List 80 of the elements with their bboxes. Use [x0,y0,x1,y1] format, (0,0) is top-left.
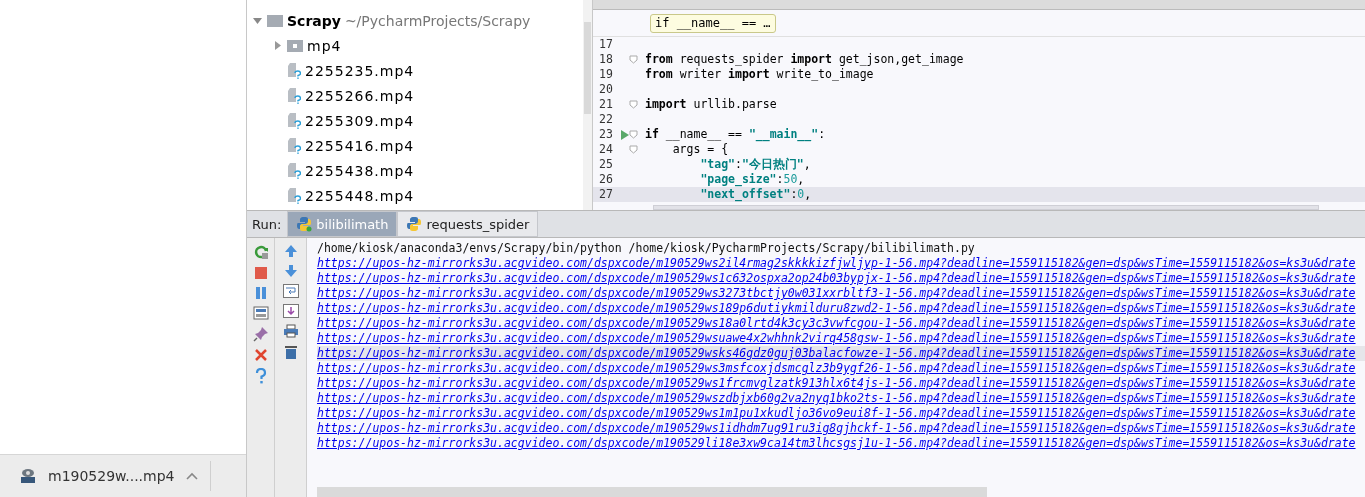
command-line: /home/kiosk/anaconda3/envs/Scrapy/bin/python /home/kiosk/PycharmProjects/Scrapy/bilibilimath.py [317,241,975,255]
url-link[interactable]: https://upos-hz-mirrorks3u.acgvideo.com/dspxcode/m190529ws189p6dutiykmilduru8zwd2-1-56.mp4?deadline=1559115182&gen=dsp&wsTime=1559115182&os=ks3u&drate [317,301,1356,315]
pin-icon[interactable] [252,326,269,342]
folder-icon [267,14,283,27]
url-link[interactable]: https://upos-hz-mirrorks3u.acgvideo.com/dspxcode/m190529wsuawe4x2whhnk2virq458gsw-1-56.mp4?deadline=1559115182&gen=dsp&wsTime=1559115182&os=ks3u&drate [317,331,1356,345]
fold-icon[interactable] [629,130,638,139]
tree-item[interactable]: 2255235.mp4 [305,62,415,79]
url-link[interactable]: https://upos-hz-mirrorks3u.acgvideo.com/dspxcode/m190529wszdbjxb60g2va2nyq1bko2ts-1-56.mp4?deadline=1559115182&gen=dsp&wsTime=1559115182&os=ks3u&drate [317,391,1356,405]
line-number: 24 [598,142,614,157]
tree-item[interactable]: mp4 [307,37,342,54]
soft-wrap-icon[interactable] [282,284,299,298]
fold-icon[interactable] [629,145,638,154]
code-line: from requests_spider import get_json,get_image [645,52,964,67]
breadcrumb[interactable]: if __name__ == … [650,13,776,33]
layout-icon[interactable] [252,306,269,320]
code-line: if __name__ == "__main__": [645,127,826,142]
line-number: 17 [598,37,614,52]
python-icon [296,216,313,232]
code-line: "next_offset":0, [700,187,812,202]
code-line: "tag":"今日热门", [700,157,811,172]
fold-icon[interactable] [629,55,638,64]
line-number: 21 [598,97,614,112]
help-icon[interactable] [254,368,267,384]
unknown-file-icon [287,187,301,204]
tree-item[interactable]: 2255416.mp4 [305,137,415,154]
tree-item[interactable]: Scrapy [287,12,341,29]
line-number: 22 [598,112,614,127]
url-link[interactable]: https://upos-hz-mirrorks3u.acgvideo.com/dspxcode/m190529ws1c632ospxa2op24b03bypjx-1-56.mp4?deadline=1559115182&gen=dsp&wsTime=1559115182&os=ks3u&drate [317,271,1356,285]
download-file-name: m190529w....mp4 [48,468,175,484]
scrollbar[interactable] [317,487,987,497]
scroll-to-end-icon[interactable] [282,304,299,318]
python-icon [406,216,423,232]
trash-icon[interactable] [283,344,298,360]
fold-icon[interactable] [629,100,638,109]
url-link[interactable]: https://upos-hz-mirrorks3u.acgvideo.com/dspxcode/m190529li18e3xw9ca14tm3lhcsgsj1u-1-56.mp4?deadline=1559115182&gen=dsp&wsTime=1559115182&os=ks3u&drate [317,436,1356,450]
arrow-up-icon[interactable] [283,244,298,258]
code-line: "page_size":50, [700,172,805,187]
folder-icon [287,39,303,52]
expand-arrow-icon[interactable] [252,15,263,26]
chevron-up-icon[interactable] [186,472,199,480]
run-label: Run: [251,215,283,234]
tree-item[interactable]: 2255266.mp4 [305,87,415,104]
unknown-file-icon [287,137,301,154]
url-link[interactable]: https://upos-hz-mirrorks3u.acgvideo.com/dspxcode/m190529ws1m1pu1xkudljo36vo9eui8f-1-56.mp4?deadline=1559115182&gen=dsp&wsTime=1559115182&os=ks3u&drate [317,406,1356,420]
tree-item[interactable]: 2255309.mp4 [305,112,415,129]
line-number: 23 [598,127,614,142]
stop-icon[interactable] [253,266,268,280]
url-link[interactable]: https://upos-hz-mirrorks3u.acgvideo.com/dspxcode/m190529ws18a0lrtd4k3cy3c3vwfcgou-1-56.mp4?deadline=1559115182&gen=dsp&wsTime=1559115182&os=ks3u&drate [317,316,1356,330]
code-line: args = { [671,142,729,157]
project-path: ~/PycharmProjects/Scrapy [344,12,531,29]
run-arrow-icon[interactable] [621,129,629,140]
scrollbar-thumb[interactable] [584,22,591,114]
rerun-icon[interactable] [252,244,269,260]
line-number: 25 [598,157,614,172]
close-icon[interactable] [253,348,268,362]
url-link[interactable]: https://upos-hz-mirrorks3u.acgvideo.com/dspxcode/m190529ws2il4rmag2skkkkizfjwljyp-1-56.mp4?deadline=1559115182&gen=dsp&wsTime=1559115182&os=ks3u&drate [317,256,1356,270]
tree-item[interactable]: 2255448.mp4 [305,187,415,204]
code-line: from writer import write_to_image [645,67,874,82]
url-link[interactable]: https://upos-hz-mirrorks3u.acgvideo.com/dspxcode/m190529ws3msfcoxjdsmcglz3b9ygf26-1-56.mp4?deadline=1559115182&gen=dsp&wsTime=1559115182&os=ks3u&drate [317,361,1356,375]
scrollbar[interactable] [653,205,1319,210]
tree-item[interactable]: 2255438.mp4 [305,162,415,179]
line-number: 27 [598,187,614,202]
unknown-file-icon [287,87,301,104]
line-number: 26 [598,172,614,187]
pause-icon[interactable] [253,286,268,300]
url-link[interactable]: https://upos-hz-mirrorks3u.acgvideo.com/dspxcode/m190529ws3273tbctjy0w031xxrbltf3-1-56.mp4?deadline=1559115182&gen=dsp&wsTime=1559115182&os=ks3u&drate [317,286,1356,300]
print-icon[interactable] [282,324,299,338]
unknown-file-icon [287,62,301,79]
url-link[interactable]: https://upos-hz-mirrorks3u.acgvideo.com/dspxcode/m190529ws1idhdm7ug91ru3ig8gjhckf-1-56.mp4?deadline=1559115182&gen=dsp&wsTime=1559115182&os=ks3u&drate [317,421,1356,435]
line-number: 20 [598,82,614,97]
unknown-file-icon [287,162,301,179]
video-file-icon [20,468,36,484]
expand-arrow-icon[interactable] [272,40,283,51]
unknown-file-icon [287,112,301,129]
url-link[interactable]: https://upos-hz-mirrorks3u.acgvideo.com/dspxcode/m190529ws1frcmvglzatk913hlx6t4js-1-56.mp4?deadline=1559115182&gen=dsp&wsTime=1559115182&os=ks3u&drate [317,376,1356,390]
arrow-down-icon[interactable] [283,264,298,278]
line-number: 18 [598,52,614,67]
line-number: 19 [598,67,614,82]
run-tab[interactable]: requests_spider [397,211,539,237]
code-line: import urllib.parse [645,97,777,112]
